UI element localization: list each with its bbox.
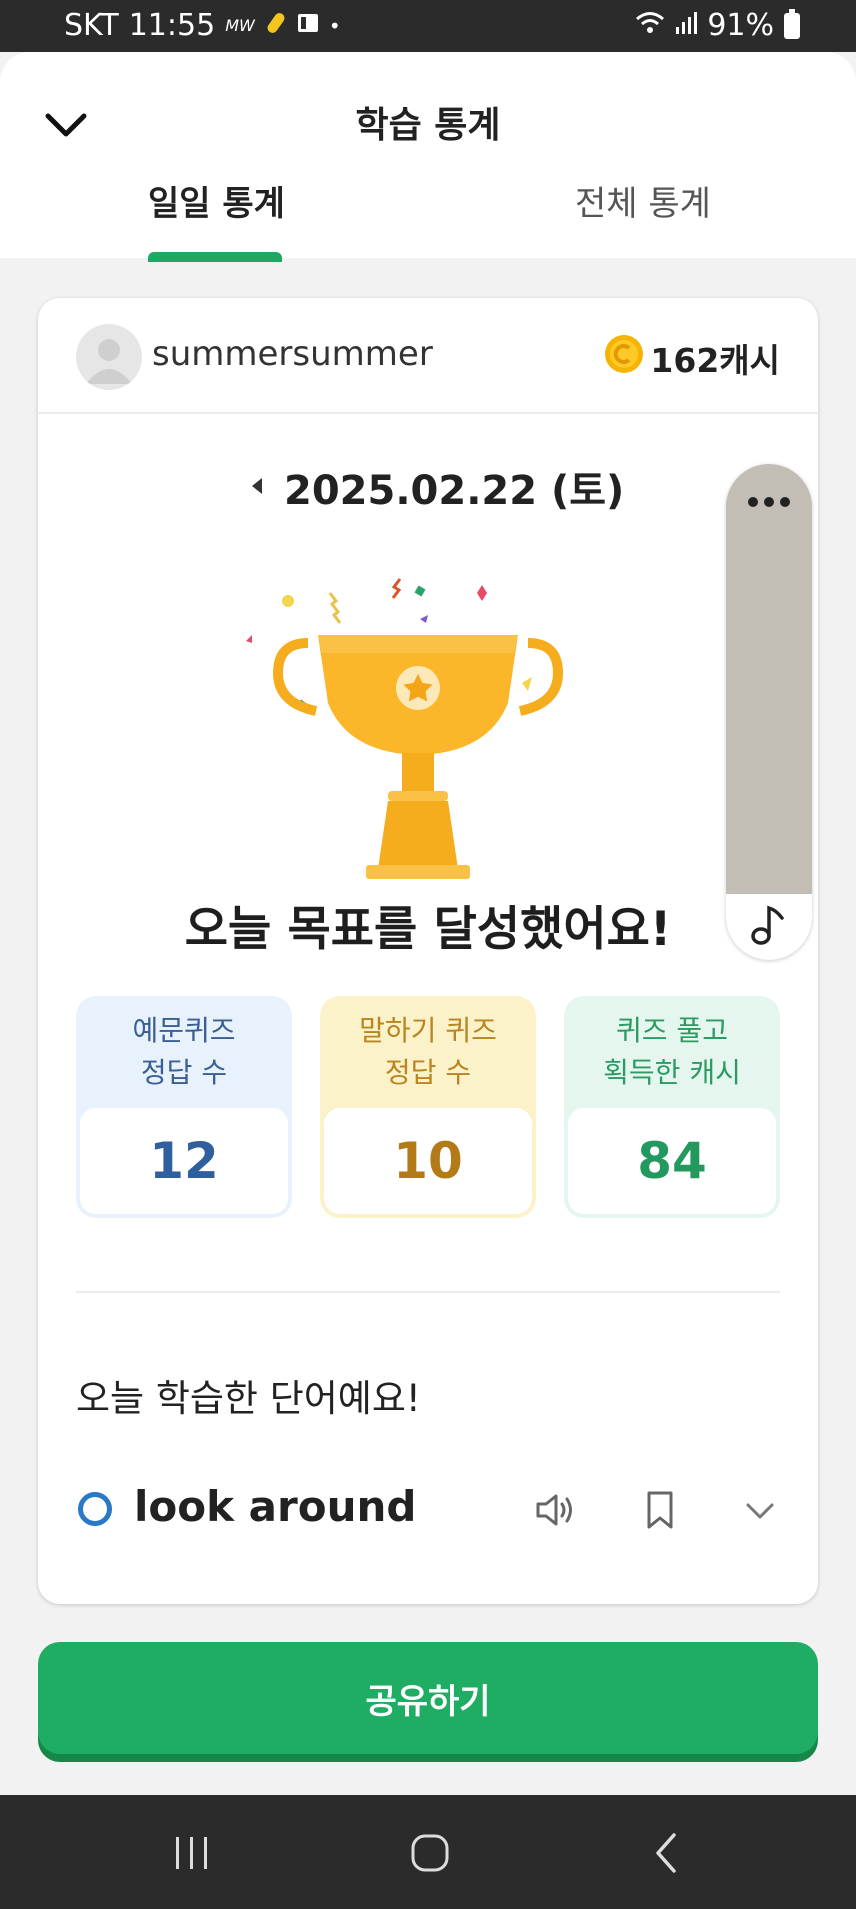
stat-label: 정답 수 (384, 1056, 472, 1089)
tab-indicator (148, 252, 282, 262)
battery-percent: 91% (707, 8, 774, 43)
stat-speaking-quiz: 말하기 퀴즈 정답 수 10 (320, 996, 536, 1218)
bookmark-icon[interactable] (638, 1488, 682, 1532)
stat-earned-cash: 퀴즈 풀고 획득한 캐시 84 (564, 996, 780, 1218)
cash-amount: 162캐시 (650, 341, 780, 380)
tab-daily-stats[interactable]: 일일 통계 (148, 176, 285, 225)
trophy-icon (238, 573, 638, 903)
carrier-label: SKT (64, 8, 119, 43)
word-status-circle-icon (78, 1492, 112, 1526)
app-notification-icon (297, 12, 319, 40)
word-text: look around (134, 1482, 417, 1531)
more-dots-icon[interactable] (746, 494, 792, 508)
recent-apps-icon[interactable] (170, 1831, 214, 1875)
daily-stats-card: summersummer 162캐시 2025.02.22 (토) 오늘 목표를… (38, 298, 818, 1604)
selected-date: 2025.02.22 (토) (284, 468, 625, 514)
divider (76, 1291, 780, 1293)
battery-icon (784, 8, 800, 39)
share-button[interactable]: 공유하기 (38, 1642, 818, 1754)
system-nav-bar (0, 1795, 856, 1909)
prev-date-icon[interactable] (250, 476, 264, 496)
stat-label: 획득한 캐시 (603, 1056, 741, 1089)
home-icon[interactable] (408, 1831, 452, 1875)
tab-total-stats[interactable]: 전체 통계 (575, 176, 711, 225)
learned-words-title: 오늘 학습한 단어예요! (76, 1377, 421, 1420)
stat-value: 84 (568, 1108, 776, 1214)
app-header: 학습 통계 일일 통계 전체 통계 (0, 52, 856, 262)
signal-icon (675, 11, 698, 41)
stat-label: 예문퀴즈 (132, 1014, 236, 1047)
stat-sentence-quiz: 예문퀴즈 정답 수 12 (76, 996, 292, 1218)
notification-mw-icon: MW (225, 16, 255, 35)
coin-icon (604, 334, 644, 374)
status-bar: SKT 11:55 MW • 91% (0, 0, 856, 52)
speaker-icon[interactable] (534, 1488, 578, 1532)
stat-value: 10 (324, 1108, 532, 1214)
music-note-icon[interactable] (748, 902, 788, 948)
wifi-icon (635, 11, 665, 41)
music-player-widget[interactable] (726, 464, 812, 960)
stat-label: 퀴즈 풀고 (616, 1014, 728, 1047)
pill-notification-icon (265, 12, 287, 40)
word-row[interactable]: look around (38, 1448, 818, 1572)
avatar (76, 324, 142, 390)
stat-label: 말하기 퀴즈 (359, 1014, 497, 1047)
dot-notification-icon: • (328, 13, 341, 38)
page-title: 학습 통계 (355, 105, 501, 146)
username: summersummer (152, 334, 433, 374)
music-note-area (726, 894, 812, 960)
stat-label: 정답 수 (140, 1056, 228, 1089)
profile-row: summersummer 162캐시 (38, 298, 818, 414)
back-icon[interactable] (646, 1831, 690, 1875)
achievement-message: 오늘 목표를 달성했어요! (184, 902, 672, 957)
expand-chevron-icon[interactable] (738, 1488, 782, 1532)
stat-value: 12 (80, 1108, 288, 1214)
clock: 11:55 (128, 8, 216, 43)
